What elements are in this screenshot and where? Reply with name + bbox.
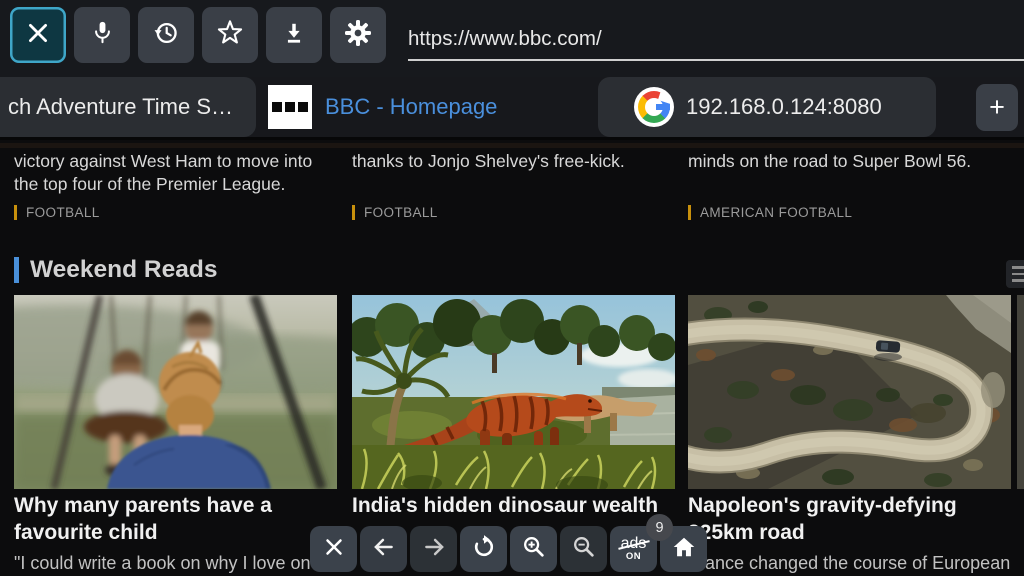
story-tag: FOOTBALL [352, 205, 438, 220]
browser-screen: https://www.bbc.com/ ch Adventure Time S… [0, 0, 1024, 576]
tab-bbc-homepage-active[interactable]: BBC - Homepage [256, 77, 598, 137]
settings-gear-icon [343, 18, 373, 53]
nav-back-button[interactable] [360, 526, 407, 572]
card-image-dinosaurs-illustration [352, 295, 675, 489]
card-image-parents-children-on-swings [14, 295, 337, 489]
story-tag: FOOTBALL [14, 205, 100, 220]
story-shelvey[interactable]: thanks to Jonjo Shelvey's free-kick. FOO… [352, 143, 675, 235]
tab-adventure-time[interactable]: ch Adventure Time S… [0, 77, 256, 137]
card-favourite-child[interactable]: Why many parents have a favourite child … [14, 295, 337, 576]
url-text: https://www.bbc.com/ [408, 27, 602, 50]
card-dinosaur-wealth[interactable]: India's hidden dinosaur wealth [352, 295, 675, 520]
new-tab-button[interactable]: + [976, 84, 1018, 131]
floating-nav-toolbar: 9 [310, 526, 707, 572]
tag-bar [14, 205, 17, 220]
card-title: Why many parents have a favourite child [14, 493, 337, 546]
downloads-button[interactable] [266, 7, 322, 63]
tab-title: BBC - Homepage [325, 94, 497, 120]
tag-bar [688, 205, 691, 220]
ads-state-label: ON [626, 551, 641, 562]
microphone-icon [89, 19, 116, 51]
bookmarks-button[interactable] [202, 7, 258, 63]
story-tag: AMERICAN FOOTBALL [688, 205, 852, 220]
card-image-aerial-hairpin-road [688, 295, 1011, 489]
google-favicon [634, 87, 674, 127]
voice-search-button[interactable] [74, 7, 130, 63]
nav-zoom-out-button[interactable] [560, 526, 607, 572]
section-title: Weekend Reads [30, 256, 217, 284]
bookmark-star-icon [216, 19, 244, 52]
bbc-favicon [268, 85, 312, 129]
refresh-icon [471, 534, 497, 565]
nav-close-button[interactable] [310, 526, 357, 572]
card-snippet-line1: France changed the course of European [688, 552, 1011, 574]
story-text: thanks to Jonjo Shelvey's free-kick. [352, 150, 675, 173]
plus-icon: + [989, 92, 1005, 123]
zoom-in-icon [521, 534, 546, 564]
close-button[interactable] [10, 7, 66, 63]
card-snippet-line1: "I could write a book on why I love one [14, 552, 337, 574]
history-icon [152, 19, 180, 52]
section-accent-bar [14, 257, 19, 283]
top-toolbar: https://www.bbc.com/ [0, 0, 1024, 77]
close-icon [322, 535, 346, 564]
tab-local-server[interactable]: 192.168.0.124:8080 [598, 77, 936, 137]
tab-title: ch Adventure Time S… [8, 94, 233, 120]
notification-badge: 9 [646, 514, 673, 541]
settings-button[interactable] [330, 7, 386, 63]
url-bar[interactable]: https://www.bbc.com/ [408, 27, 1024, 61]
story-super-bowl[interactable]: minds on the road to Super Bowl 56. AMER… [688, 143, 1011, 235]
history-button[interactable] [138, 7, 194, 63]
tab-strip: ch Adventure Time S… BBC - Homepage 192.… [0, 77, 1024, 140]
webpage-content: victory against West Ham to move into th… [0, 143, 1024, 576]
section-header: Weekend Reads [14, 256, 217, 284]
back-icon [371, 534, 397, 565]
story-text: victory against West Ham to move into th… [14, 150, 337, 195]
partial-next-card [1017, 295, 1024, 489]
close-icon [25, 20, 51, 51]
card-title: India's hidden dinosaur wealth [352, 493, 675, 520]
nav-forward-button[interactable] [410, 526, 457, 572]
zoom-out-icon [571, 534, 596, 564]
tab-title: 192.168.0.124:8080 [686, 94, 882, 120]
nav-zoom-in-button[interactable] [510, 526, 557, 572]
tag-label: FOOTBALL [26, 205, 100, 220]
menu-icon[interactable] [1006, 260, 1024, 288]
tag-label: FOOTBALL [364, 205, 438, 220]
tag-label: AMERICAN FOOTBALL [700, 205, 852, 220]
ads-label: ads [621, 536, 647, 551]
card-title: Napoleon's gravity-defying 325km road [688, 493, 1011, 546]
nav-refresh-button[interactable] [460, 526, 507, 572]
story-west-ham[interactable]: victory against West Ham to move into th… [14, 143, 337, 235]
download-icon [281, 20, 307, 51]
tag-bar [352, 205, 355, 220]
home-icon [671, 534, 697, 565]
forward-icon [421, 534, 447, 565]
story-text: minds on the road to Super Bowl 56. [688, 150, 1011, 173]
card-napoleon-road[interactable]: Napoleon's gravity-defying 325km road Fr… [688, 295, 1011, 576]
